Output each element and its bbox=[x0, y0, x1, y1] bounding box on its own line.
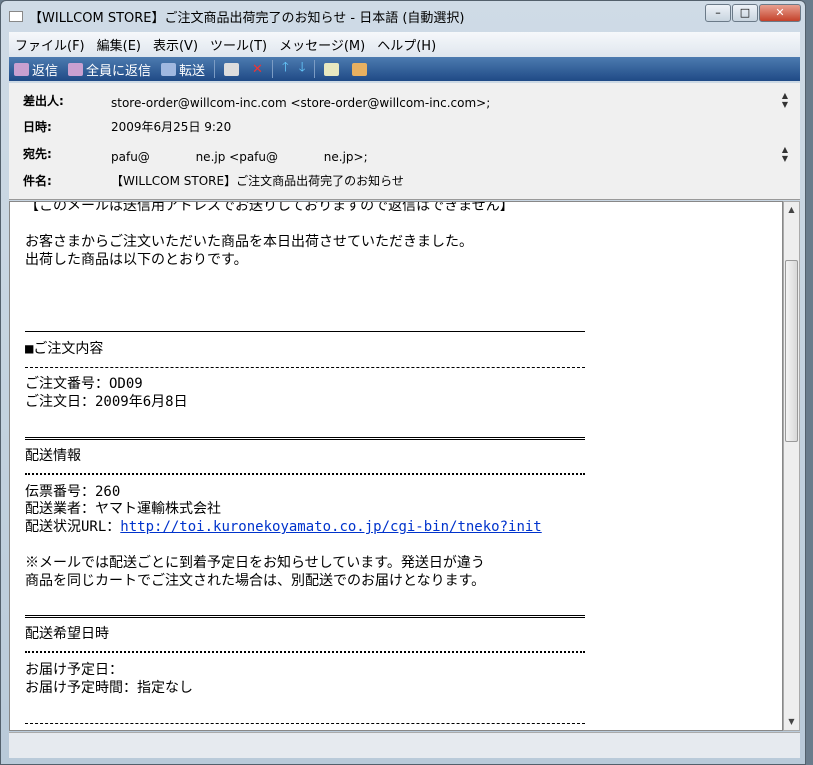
toolbar: 返信 全員に返信 転送 ✕ 🡑 🡓 bbox=[9, 57, 800, 81]
order-number: ご注文番号：OD09 bbox=[25, 376, 143, 393]
reply-icon bbox=[14, 62, 29, 76]
intro-line: 出荷した商品は以下のとおりです。 bbox=[25, 251, 248, 268]
title-bar: 【WILLCOM STORE】ご注文商品出荷完了のお知らせ - 日本語 (自動選… bbox=[9, 6, 464, 26]
delivery-heading: 配送希望日時 bbox=[25, 626, 109, 643]
minimize-button[interactable]: – bbox=[705, 4, 731, 22]
delete-icon: ✕ bbox=[252, 61, 263, 77]
reply-all-icon bbox=[68, 62, 84, 76]
menu-help[interactable]: ヘルプ(H) bbox=[371, 35, 442, 54]
date-label: 日時: bbox=[23, 120, 52, 134]
date-value: 2009年6月25日 9:20 bbox=[111, 120, 232, 134]
order-heading: ■ご注文内容 bbox=[25, 340, 104, 357]
to-value[interactable]: pafu@ ne.jp <pafu@ ne.jp>; bbox=[111, 150, 368, 164]
to-scroll-arrows[interactable]: ▲ ▼ bbox=[782, 145, 788, 163]
notice-text: 【このメールは送信用アドレスでお送りしておりますので返信はできません】 bbox=[25, 201, 514, 214]
scroll-thumb[interactable] bbox=[785, 260, 798, 442]
scroll-down-icon[interactable]: ▼ bbox=[784, 714, 799, 730]
mail-window: 【WILLCOM STORE】ご注文商品出荷完了のお知らせ - 日本語 (自動選… bbox=[0, 0, 806, 765]
carrier: 配送業者：ヤマト運輸株式会社 bbox=[25, 501, 221, 518]
window-title: 【WILLCOM STORE】ご注文商品出荷完了のお知らせ - 日本語 (自動選… bbox=[29, 10, 465, 26]
status-bar bbox=[9, 732, 800, 758]
note-line: 商品を同じカートでご注文された場合は、別配送でのお届けとなります。 bbox=[25, 572, 486, 589]
previous-button[interactable]: 🡑 bbox=[277, 58, 294, 80]
divider bbox=[25, 715, 585, 725]
arrow-up-icon: 🡑 bbox=[281, 60, 289, 75]
close-button[interactable]: ✕ bbox=[759, 4, 801, 22]
forward-icon bbox=[161, 62, 177, 76]
status-url-label: 配送状況URL： bbox=[25, 519, 121, 536]
menu-file[interactable]: ファイル(F) bbox=[9, 35, 91, 54]
shipping-heading: 配送情報 bbox=[25, 447, 81, 464]
divider bbox=[25, 430, 585, 440]
intro-line: お客さまからご注文いただいた商品を本日出荷させていただきました。 bbox=[25, 233, 473, 250]
grid-icon bbox=[352, 62, 368, 76]
maximize-button[interactable]: □ bbox=[732, 4, 758, 22]
delete-button[interactable]: ✕ bbox=[247, 62, 268, 77]
delivery-time: お届け予定時間：指定なし bbox=[25, 679, 193, 696]
divider bbox=[25, 644, 585, 654]
note-line: ※メールでは配送ごとに到着予定日をお知らせしています。発送日が違う bbox=[25, 554, 485, 571]
scroll-up-icon[interactable]: ▲ bbox=[784, 202, 799, 218]
forward-button[interactable]: 転送 bbox=[156, 60, 210, 79]
divider bbox=[25, 608, 585, 619]
arrow-down-icon: 🡓 bbox=[298, 60, 306, 75]
from-label: 差出人: bbox=[23, 94, 64, 108]
order-date: ご注文日：2009年6月8日 bbox=[25, 394, 188, 411]
menu-tools[interactable]: ツール(T) bbox=[204, 35, 273, 54]
encoding-button[interactable] bbox=[347, 62, 375, 76]
subject-value: 【WILLCOM STORE】ご注文商品出荷完了のお知らせ bbox=[111, 174, 404, 188]
address-card-icon bbox=[324, 62, 340, 76]
envelope-icon bbox=[9, 10, 23, 22]
reply-button[interactable]: 返信 bbox=[9, 60, 63, 79]
reply-all-button[interactable]: 全員に返信 bbox=[63, 60, 156, 79]
menu-message[interactable]: メッセージ(M) bbox=[273, 35, 371, 54]
from-scroll-arrows[interactable]: ▲ ▼ bbox=[782, 91, 788, 109]
message-body: 【このメールは送信用アドレスでお送りしておりますので返信はできません】 お客さま… bbox=[9, 201, 783, 731]
divider bbox=[25, 323, 585, 332]
contacts-button[interactable] bbox=[319, 62, 347, 76]
menu-edit[interactable]: 編集(E) bbox=[91, 35, 147, 54]
tracking-link[interactable]: http://toi.kuronekoyamato.co.jp/cgi-bin/… bbox=[120, 519, 541, 535]
next-button[interactable]: 🡓 bbox=[294, 58, 311, 80]
message-header: 差出人: store-order@willcom-inc.com <store-… bbox=[9, 83, 800, 200]
menu-bar: ファイル(F) 編集(E) 表示(V) ツール(T) メッセージ(M) ヘルプ(… bbox=[9, 32, 800, 57]
delivery-date: お届け予定日： bbox=[25, 661, 123, 678]
from-value[interactable]: store-order@willcom-inc.com <store-order… bbox=[111, 96, 490, 110]
divider bbox=[25, 359, 585, 368]
print-button[interactable] bbox=[219, 62, 247, 76]
menu-view[interactable]: 表示(V) bbox=[147, 35, 204, 54]
divider bbox=[25, 466, 585, 475]
slip-number: 伝票番号：260 bbox=[25, 483, 121, 500]
printer-icon bbox=[224, 62, 240, 76]
vertical-scrollbar[interactable]: ▲ ▼ bbox=[783, 201, 800, 731]
to-label: 宛先: bbox=[23, 147, 52, 161]
subject-label: 件名: bbox=[23, 174, 52, 188]
